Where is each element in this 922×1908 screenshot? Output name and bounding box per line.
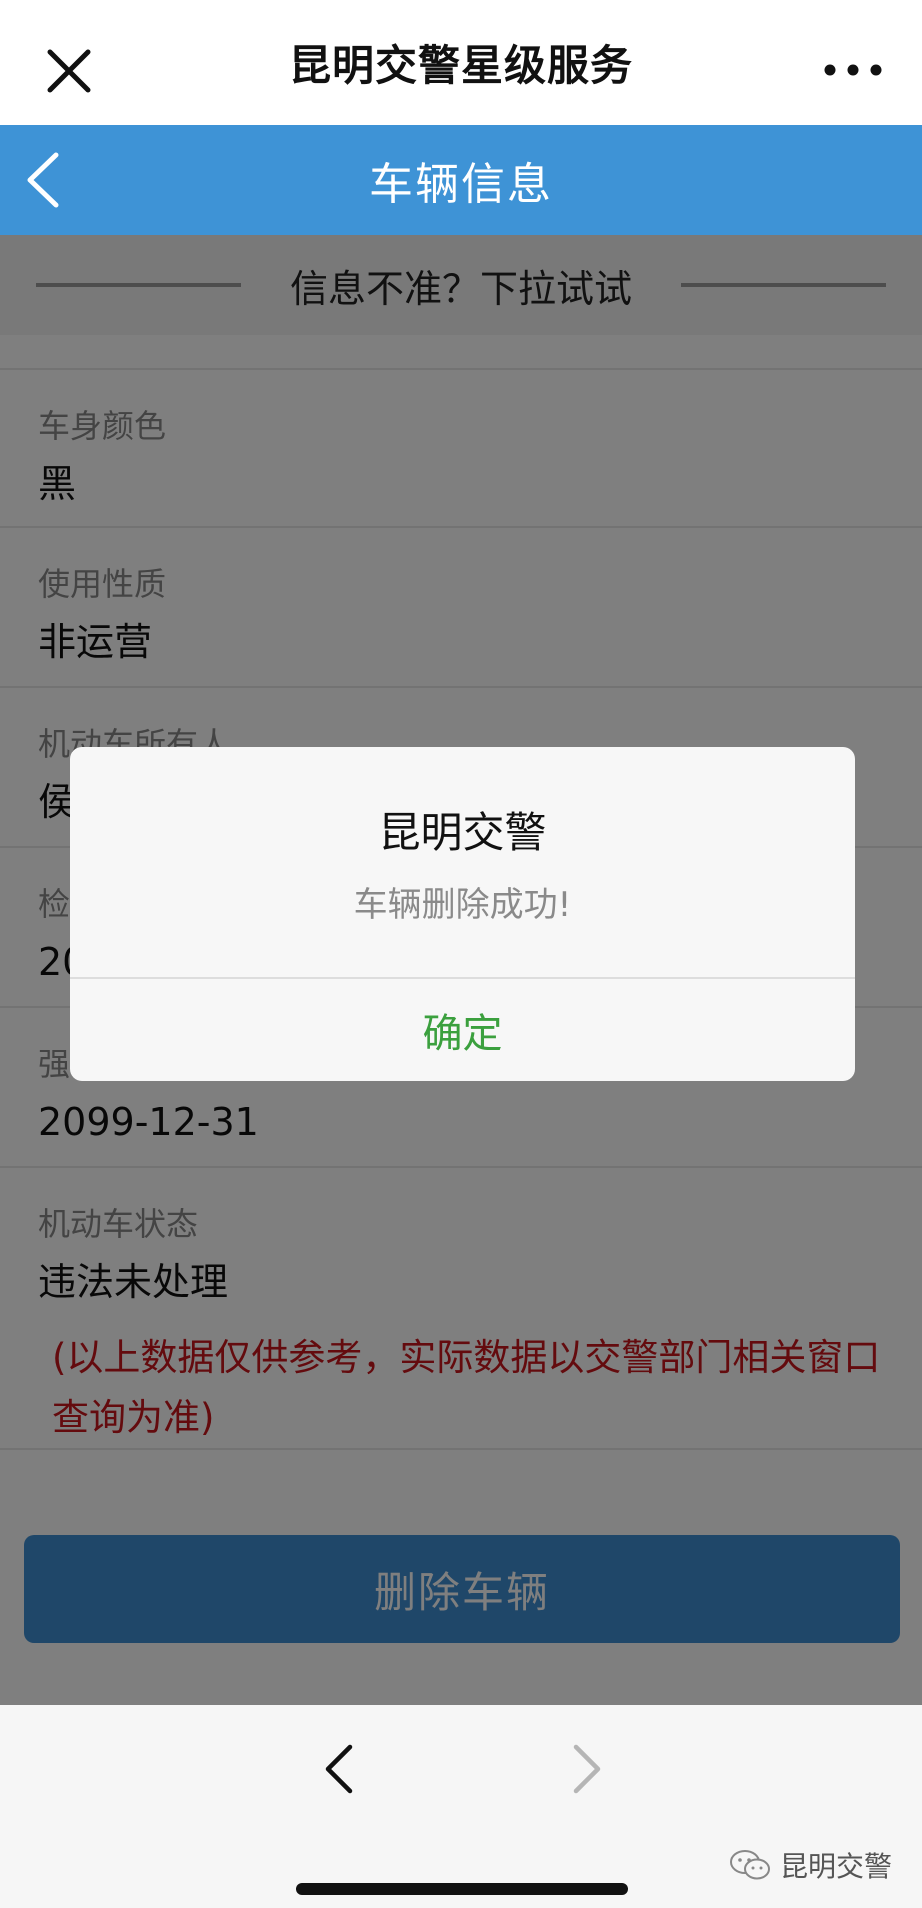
- dialog-title: 昆明交警: [378, 808, 547, 857]
- back-arrow-icon[interactable]: [12, 147, 82, 213]
- nav-back-icon[interactable]: [316, 1741, 366, 1797]
- alert-dialog: 昆明交警 车辆删除成功! 确定: [70, 747, 855, 1081]
- wechat-top-bar: 昆明交警星级服务: [0, 0, 922, 125]
- header-title: 车辆信息: [369, 159, 553, 210]
- more-options-icon[interactable]: [818, 48, 888, 92]
- wechat-logo-icon: [729, 1850, 770, 1880]
- watermark-text: 昆明交警: [779, 1850, 892, 1883]
- screen: 昆明交警星级服务 车辆信息 信息不准？下拉试试 车身颜色 黑 使用性质 非运营 …: [0, 0, 922, 1908]
- browser-nav-bar: 昆明交警: [0, 1705, 922, 1908]
- confirm-button[interactable]: 确定: [70, 979, 855, 1081]
- home-indicator: [296, 1883, 628, 1895]
- dialog-message: 车辆删除成功!: [353, 885, 572, 925]
- app-header: 车辆信息: [0, 125, 922, 235]
- nav-forward-icon[interactable]: [560, 1741, 610, 1797]
- close-icon[interactable]: [40, 42, 98, 100]
- watermark: 昆明交警: [728, 1845, 892, 1885]
- wechat-page-title: 昆明交警星级服务: [288, 41, 633, 90]
